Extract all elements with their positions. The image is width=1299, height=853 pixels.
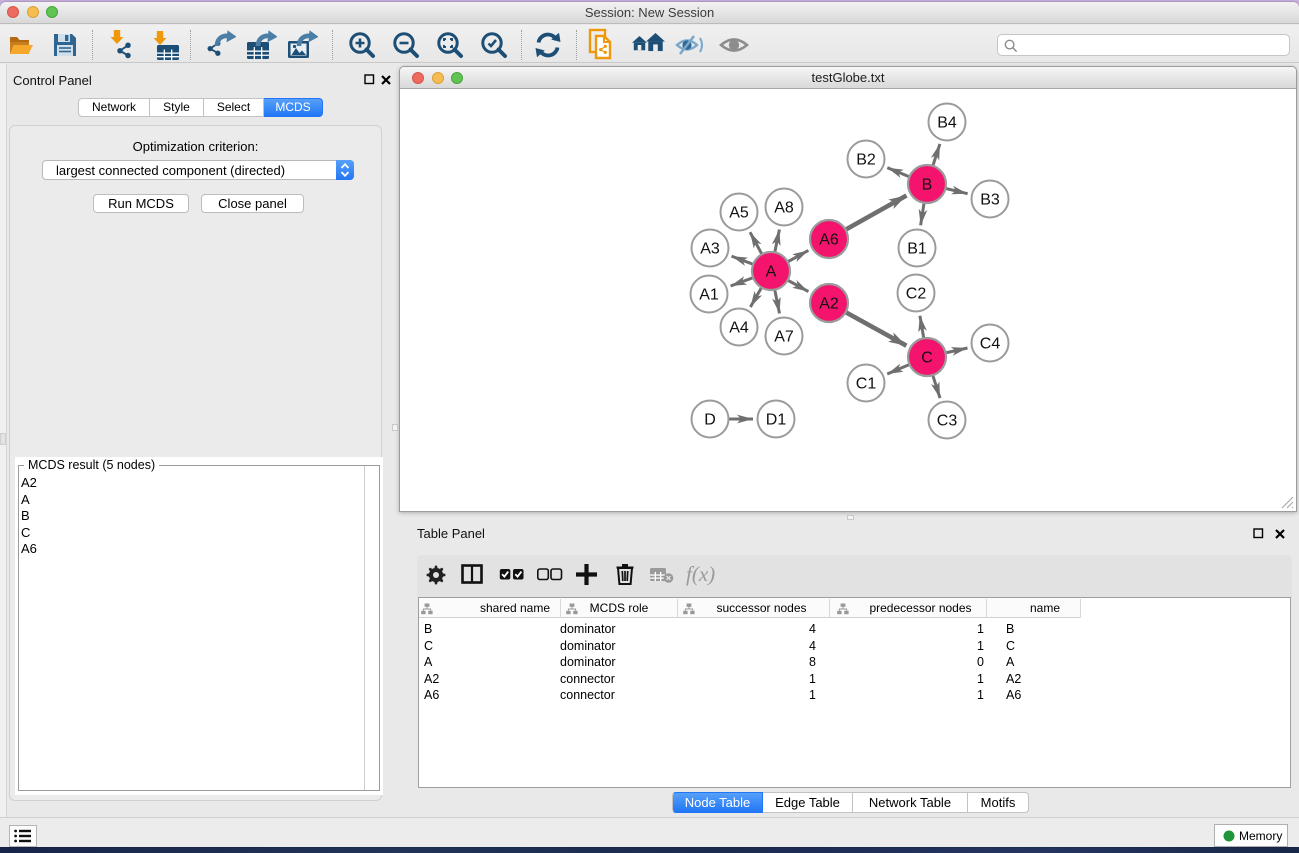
svg-text:A1: A1 bbox=[699, 287, 719, 304]
svg-text:A7: A7 bbox=[774, 329, 794, 346]
svg-text:A2: A2 bbox=[819, 296, 839, 313]
svg-text:A: A bbox=[766, 264, 777, 281]
svg-text:B2: B2 bbox=[856, 152, 876, 169]
svg-text:B4: B4 bbox=[937, 115, 957, 132]
svg-text:A5: A5 bbox=[729, 205, 749, 222]
svg-text:A8: A8 bbox=[774, 200, 794, 217]
svg-text:D: D bbox=[704, 412, 716, 429]
svg-text:D1: D1 bbox=[766, 412, 787, 429]
svg-text:C4: C4 bbox=[980, 336, 1001, 353]
svg-text:B3: B3 bbox=[980, 192, 1000, 209]
svg-text:B1: B1 bbox=[907, 241, 927, 258]
svg-text:A4: A4 bbox=[729, 320, 749, 337]
svg-text:C2: C2 bbox=[906, 286, 927, 303]
svg-text:C1: C1 bbox=[856, 376, 877, 393]
svg-text:B: B bbox=[922, 177, 933, 194]
svg-text:A6: A6 bbox=[819, 232, 839, 249]
svg-text:C3: C3 bbox=[937, 413, 958, 430]
svg-text:A3: A3 bbox=[700, 241, 720, 258]
svg-text:C: C bbox=[921, 350, 933, 367]
